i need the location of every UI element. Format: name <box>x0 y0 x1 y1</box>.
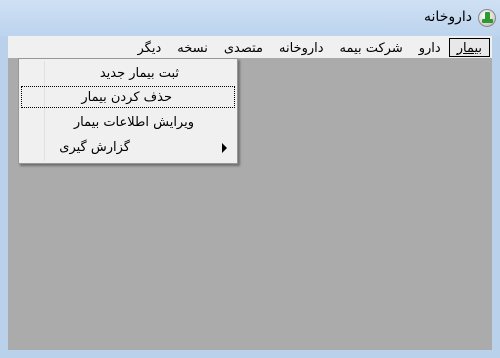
menu-item-add-patient[interactable]: ثبت بیمار جدید <box>21 62 235 84</box>
menu-pharmacy[interactable]: داروخانه <box>271 38 332 57</box>
menu-insurance-company[interactable]: شرکت بیمه <box>332 38 411 57</box>
menu-item-delete-patient[interactable]: حذف کردن بیمار <box>21 86 235 108</box>
menu-operator[interactable]: متصدی <box>216 38 271 57</box>
app-icon[interactable] <box>478 9 496 27</box>
menu-patient[interactable]: بیمار <box>448 37 490 57</box>
menu-item-label: گزارش گیری <box>59 140 130 155</box>
menu-prescription[interactable]: نسخه <box>169 38 216 57</box>
menu-bar: بیمار دارو شرکت بیمه داروخانه متصدی نسخه… <box>8 36 492 58</box>
menu-item-label: ویرایش اطلاعات بیمار <box>73 115 194 130</box>
menu-item-label: حذف کردن بیمار <box>81 90 172 105</box>
menu-item-label: ثبت بیمار جدید <box>99 66 179 81</box>
menu-item-edit-patient[interactable]: ویرایش اطلاعات بیمار <box>21 111 235 133</box>
submenu-arrow-icon <box>222 143 227 153</box>
menu-other[interactable]: دیگر <box>129 38 169 57</box>
window-title: داروخانه <box>424 9 472 25</box>
menu-drug[interactable]: دارو <box>411 38 449 57</box>
patient-menu-dropdown: ثبت بیمار جدید حذف کردن بیمار ویرایش اطل… <box>18 58 238 164</box>
title-bar[interactable]: داروخانه <box>0 0 500 36</box>
menu-item-reports[interactable]: گزارش گیری <box>21 136 235 158</box>
